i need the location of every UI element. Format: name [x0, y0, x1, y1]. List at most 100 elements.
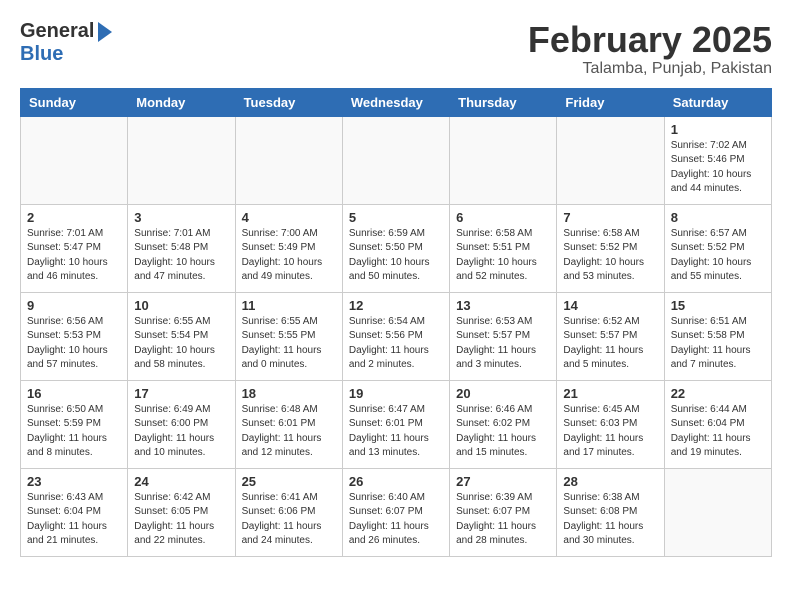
logo-arrow-icon — [98, 22, 112, 42]
day-number: 3 — [134, 210, 228, 225]
calendar-cell: 22Sunrise: 6:44 AMSunset: 6:04 PMDayligh… — [664, 380, 771, 468]
weekday-row: SundayMondayTuesdayWednesdayThursdayFrid… — [21, 88, 772, 116]
logo-general: General — [20, 20, 94, 43]
day-info: Sunrise: 6:59 AMSunset: 5:50 PMDaylight:… — [349, 227, 443, 285]
day-info: Sunrise: 6:55 AMSunset: 5:54 PMDaylight:… — [134, 315, 228, 373]
calendar-cell: 18Sunrise: 6:48 AMSunset: 6:01 PMDayligh… — [235, 380, 342, 468]
calendar-week-0: 1Sunrise: 7:02 AMSunset: 5:46 PMDaylight… — [21, 116, 772, 204]
calendar-cell: 8 Sunrise: 6:57 AMSunset: 5:52 PMDaylight… — [664, 204, 771, 292]
day-number: 28 — [563, 474, 657, 489]
calendar-cell: 23 Sunrise: 6:43 AMSunset: 6:04 PMDayligh… — [21, 468, 128, 556]
day-number: 7 — [563, 210, 657, 225]
day-info: Sunrise: 7:01 AMSunset: 5:47 PMDaylight:… — [27, 227, 121, 285]
calendar-cell: 2 Sunrise: 7:01 AMSunset: 5:47 PMDaylight… — [21, 204, 128, 292]
weekday-header-monday: Monday — [128, 88, 235, 116]
calendar-table: SundayMondayTuesdayWednesdayThursdayFrid… — [20, 88, 772, 557]
calendar-cell: 10 Sunrise: 6:55 AMSunset: 5:54 PMDayligh… — [128, 292, 235, 380]
day-info: Sunrise: 6:38 AMSunset: 6:08 PMDaylight:… — [563, 491, 657, 549]
day-info: Sunrise: 6:56 AMSunset: 5:53 PMDaylight:… — [27, 315, 121, 373]
day-number: 27 — [456, 474, 550, 489]
day-number: 19 — [349, 386, 443, 401]
day-info: Sunrise: 6:43 AMSunset: 6:04 PMDaylight:… — [27, 491, 121, 549]
calendar-cell: 26Sunrise: 6:40 AMSunset: 6:07 PMDayligh… — [342, 468, 449, 556]
day-info: Sunrise: 6:53 AMSunset: 5:57 PMDaylight:… — [456, 315, 550, 373]
calendar-cell: 5 Sunrise: 6:59 AMSunset: 5:50 PMDaylight… — [342, 204, 449, 292]
calendar-cell: 3 Sunrise: 7:01 AMSunset: 5:48 PMDaylight… — [128, 204, 235, 292]
day-number: 2 — [27, 210, 121, 225]
day-info: Sunrise: 6:45 AMSunset: 6:03 PMDaylight:… — [563, 403, 657, 461]
page-header: General Blue February 2025 Talamba, Punj… — [20, 20, 772, 78]
day-info: Sunrise: 6:49 AMSunset: 6:00 PMDaylight:… — [134, 403, 228, 461]
calendar-cell — [21, 116, 128, 204]
day-info: Sunrise: 6:54 AMSunset: 5:56 PMDaylight:… — [349, 315, 443, 373]
day-info: Sunrise: 7:01 AMSunset: 5:48 PMDaylight:… — [134, 227, 228, 285]
day-info: Sunrise: 6:46 AMSunset: 6:02 PMDaylight:… — [456, 403, 550, 461]
calendar-cell — [664, 468, 771, 556]
day-info: Sunrise: 6:52 AMSunset: 5:57 PMDaylight:… — [563, 315, 657, 373]
day-number: 18 — [242, 386, 336, 401]
day-number: 17 — [134, 386, 228, 401]
calendar-cell: 6 Sunrise: 6:58 AMSunset: 5:51 PMDaylight… — [450, 204, 557, 292]
day-number: 25 — [242, 474, 336, 489]
calendar-cell: 20Sunrise: 6:46 AMSunset: 6:02 PMDayligh… — [450, 380, 557, 468]
day-number: 13 — [456, 298, 550, 313]
calendar-cell: 9 Sunrise: 6:56 AMSunset: 5:53 PMDaylight… — [21, 292, 128, 380]
calendar-week-3: 16 Sunrise: 6:50 AMSunset: 5:59 PMDayligh… — [21, 380, 772, 468]
calendar-cell: 11 Sunrise: 6:55 AMSunset: 5:55 PMDayligh… — [235, 292, 342, 380]
day-info: Sunrise: 6:57 AMSunset: 5:52 PMDaylight:… — [671, 227, 765, 285]
calendar-cell: 14 Sunrise: 6:52 AMSunset: 5:57 PMDayligh… — [557, 292, 664, 380]
month-year-title: February 2025 — [528, 20, 772, 60]
weekday-header-tuesday: Tuesday — [235, 88, 342, 116]
day-number: 10 — [134, 298, 228, 313]
day-number: 16 — [27, 386, 121, 401]
calendar-week-2: 9 Sunrise: 6:56 AMSunset: 5:53 PMDaylight… — [21, 292, 772, 380]
weekday-header-thursday: Thursday — [450, 88, 557, 116]
day-info: Sunrise: 6:55 AMSunset: 5:55 PMDaylight:… — [242, 315, 336, 373]
day-info: Sunrise: 6:41 AMSunset: 6:06 PMDaylight:… — [242, 491, 336, 549]
weekday-header-saturday: Saturday — [664, 88, 771, 116]
day-number: 6 — [456, 210, 550, 225]
calendar-cell: 19 Sunrise: 6:47 AMSunset: 6:01 PMDayligh… — [342, 380, 449, 468]
calendar-cell: 15Sunrise: 6:51 AMSunset: 5:58 PMDayligh… — [664, 292, 771, 380]
day-info: Sunrise: 7:02 AMSunset: 5:46 PMDaylight:… — [671, 139, 765, 197]
calendar-week-1: 2 Sunrise: 7:01 AMSunset: 5:47 PMDaylight… — [21, 204, 772, 292]
weekday-header-friday: Friday — [557, 88, 664, 116]
day-info: Sunrise: 6:47 AMSunset: 6:01 PMDaylight:… — [349, 403, 443, 461]
calendar-cell — [235, 116, 342, 204]
day-info: Sunrise: 6:40 AMSunset: 6:07 PMDaylight:… — [349, 491, 443, 549]
calendar-cell: 4Sunrise: 7:00 AMSunset: 5:49 PMDaylight… — [235, 204, 342, 292]
day-number: 14 — [563, 298, 657, 313]
calendar-cell: 16 Sunrise: 6:50 AMSunset: 5:59 PMDayligh… — [21, 380, 128, 468]
calendar-cell: 21 Sunrise: 6:45 AMSunset: 6:03 PMDayligh… — [557, 380, 664, 468]
calendar-cell: 7 Sunrise: 6:58 AMSunset: 5:52 PMDaylight… — [557, 204, 664, 292]
calendar-cell: 12 Sunrise: 6:54 AMSunset: 5:56 PMDayligh… — [342, 292, 449, 380]
day-info: Sunrise: 6:44 AMSunset: 6:04 PMDaylight:… — [671, 403, 765, 461]
day-info: Sunrise: 6:58 AMSunset: 5:51 PMDaylight:… — [456, 227, 550, 285]
day-number: 5 — [349, 210, 443, 225]
weekday-header-sunday: Sunday — [21, 88, 128, 116]
calendar-cell: 13 Sunrise: 6:53 AMSunset: 5:57 PMDayligh… — [450, 292, 557, 380]
calendar-cell — [128, 116, 235, 204]
day-number: 15 — [671, 298, 765, 313]
logo-blue: Blue — [20, 43, 63, 66]
day-number: 21 — [563, 386, 657, 401]
day-info: Sunrise: 7:00 AMSunset: 5:49 PMDaylight:… — [242, 227, 336, 285]
calendar-cell: 25 Sunrise: 6:41 AMSunset: 6:06 PMDayligh… — [235, 468, 342, 556]
day-info: Sunrise: 6:58 AMSunset: 5:52 PMDaylight:… — [563, 227, 657, 285]
day-number: 23 — [27, 474, 121, 489]
calendar-cell: 27Sunrise: 6:39 AMSunset: 6:07 PMDayligh… — [450, 468, 557, 556]
calendar-cell: 1Sunrise: 7:02 AMSunset: 5:46 PMDaylight… — [664, 116, 771, 204]
calendar-cell — [557, 116, 664, 204]
calendar-header: SundayMondayTuesdayWednesdayThursdayFrid… — [21, 88, 772, 116]
day-info: Sunrise: 6:50 AMSunset: 5:59 PMDaylight:… — [27, 403, 121, 461]
calendar-cell — [342, 116, 449, 204]
day-info: Sunrise: 6:42 AMSunset: 6:05 PMDaylight:… — [134, 491, 228, 549]
day-number: 8 — [671, 210, 765, 225]
calendar-cell: 17 Sunrise: 6:49 AMSunset: 6:00 PMDayligh… — [128, 380, 235, 468]
weekday-header-wednesday: Wednesday — [342, 88, 449, 116]
day-number: 12 — [349, 298, 443, 313]
title-block: February 2025 Talamba, Punjab, Pakistan — [528, 20, 772, 78]
day-number: 11 — [242, 298, 336, 313]
day-number: 24 — [134, 474, 228, 489]
day-number: 9 — [27, 298, 121, 313]
